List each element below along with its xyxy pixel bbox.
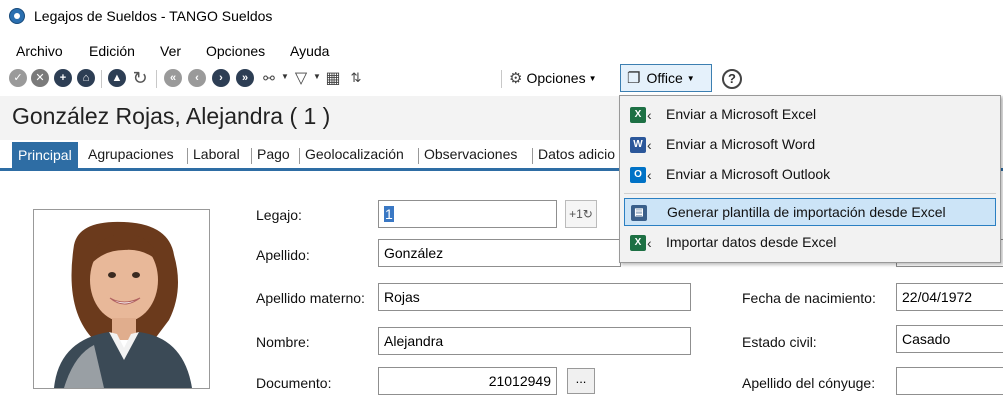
sort-icon[interactable]: ⇅ <box>347 69 365 87</box>
grid-icon[interactable]: ▦ <box>324 69 342 87</box>
nombre-label: Nombre: <box>256 334 310 350</box>
gear-icon: ⚙ <box>509 70 523 87</box>
menu-item-send-word[interactable]: W ‹ Enviar a Microsoft Word <box>624 131 996 159</box>
menu-item-label: Enviar a Microsoft Word <box>666 136 816 152</box>
toolbar-separator <box>156 70 157 88</box>
template-icon: ▤ <box>631 205 647 221</box>
confirm-icon[interactable]: ✓ <box>9 69 27 87</box>
add-icon[interactable]: + <box>54 69 72 87</box>
increment-icon: +1↻ <box>569 207 593 221</box>
chevron-down-icon[interactable]: ▼ <box>281 72 289 81</box>
chevron-down-icon: ▼ <box>686 73 695 83</box>
toolbar-separator <box>501 70 502 88</box>
tab-pago[interactable]: Pago <box>257 146 290 162</box>
menu-item-label: Enviar a Microsoft Excel <box>666 106 817 122</box>
employee-photo[interactable] <box>33 209 210 389</box>
home-icon[interactable]: ⌂ <box>77 69 95 87</box>
menu-item-generate-template[interactable]: ▤ Generar plantilla de importación desde… <box>624 198 996 226</box>
menu-item-label: Enviar a Microsoft Outlook <box>666 166 831 182</box>
documento-browse-button[interactable]: ... <box>567 368 595 394</box>
legajo-value: 1 <box>384 206 394 222</box>
fecha-nacimiento-label: Fecha de nacimiento: <box>742 290 876 306</box>
tab-separator <box>251 148 252 164</box>
documento-label: Documento: <box>256 375 332 391</box>
legajo-field[interactable]: 1 <box>378 200 557 228</box>
page-title: González Rojas, Alejandra ( 1 ) <box>12 103 331 129</box>
nombre-field[interactable]: Alejandra <box>378 327 691 355</box>
toolbar-separator <box>101 70 102 88</box>
menu-ayuda[interactable]: Ayuda <box>290 43 329 59</box>
excel-icon: X ‹ <box>630 107 652 123</box>
options-label: Opciones <box>526 70 586 86</box>
last-record-icon[interactable]: » <box>236 69 254 87</box>
tab-laboral[interactable]: Laboral <box>193 146 240 162</box>
menu-opciones[interactable]: Opciones <box>206 43 265 59</box>
help-icon[interactable]: ? <box>722 69 742 89</box>
apellido-field[interactable]: González <box>378 239 621 267</box>
filter-icon[interactable]: ▽ <box>292 69 310 87</box>
office-label: Office <box>646 70 683 86</box>
tab-agrupaciones[interactable]: Agrupaciones <box>88 146 174 162</box>
menu-separator <box>624 193 996 194</box>
tango-app-icon <box>9 8 25 24</box>
menu-item-label: Generar plantilla de importación desde E… <box>667 204 946 220</box>
chevron-down-icon: ▼ <box>588 73 597 83</box>
tab-separator <box>532 148 533 164</box>
tab-separator <box>418 148 419 164</box>
chevron-down-icon[interactable]: ▼ <box>313 72 321 81</box>
outlook-icon: O ‹ <box>630 167 652 183</box>
excel-import-icon: X ‹ <box>630 235 652 251</box>
apellido-conyuge-field[interactable] <box>896 367 1003 395</box>
tab-separator <box>187 148 188 164</box>
legajo-label: Legajo: <box>256 207 302 223</box>
binoculars-icon[interactable]: ⚯ <box>260 69 278 87</box>
tab-geolocalizacion[interactable]: Geolocalización <box>305 146 404 162</box>
office-dropdown-menu: X ‹ Enviar a Microsoft Excel W ‹ Enviar a … <box>619 95 1001 263</box>
tab-principal[interactable]: Principal <box>12 142 78 168</box>
menu-edicion[interactable]: Edición <box>89 43 135 59</box>
estado-civil-select[interactable]: Casado <box>896 325 1003 353</box>
menu-item-send-outlook[interactable]: O ‹ Enviar a Microsoft Outlook <box>624 161 996 189</box>
tab-separator <box>299 148 300 164</box>
menu-item-label: Importar datos desde Excel <box>666 234 837 250</box>
warning-icon[interactable]: ▲ <box>108 69 126 87</box>
office-icon: ❐ <box>627 70 641 87</box>
menu-item-import-excel[interactable]: X ‹ Importar datos desde Excel <box>624 229 996 257</box>
options-button[interactable]: ⚙ Opciones ▼ <box>509 66 597 90</box>
apellido-materno-label: Apellido materno: <box>256 290 365 306</box>
menu-archivo[interactable]: Archivo <box>16 43 63 59</box>
cancel-icon[interactable]: ✕ <box>31 69 49 87</box>
title-bar: Legajos de Sueldos - TANGO Sueldos <box>0 0 1003 34</box>
estado-civil-label: Estado civil: <box>742 334 817 350</box>
first-record-icon[interactable]: « <box>164 69 182 87</box>
office-button[interactable]: ❐ Office ▼ <box>620 64 712 92</box>
tab-observaciones[interactable]: Observaciones <box>424 146 517 162</box>
previous-record-icon[interactable]: ‹ <box>188 69 206 87</box>
employee-portrait <box>34 210 209 388</box>
refresh-icon[interactable]: ↻ <box>131 68 149 88</box>
apellido-materno-field[interactable]: Rojas <box>378 283 691 311</box>
increment-number-button[interactable]: +1↻ <box>565 200 597 228</box>
menu-item-send-excel[interactable]: X ‹ Enviar a Microsoft Excel <box>624 101 996 129</box>
window-title: Legajos de Sueldos - TANGO Sueldos <box>34 8 273 24</box>
apellido-conyuge-label: Apellido del cónyuge: <box>742 375 876 391</box>
fecha-nacimiento-field[interactable]: 22/04/1972 <box>896 283 1003 311</box>
tab-datos-adicionales[interactable]: Datos adicio <box>538 146 615 162</box>
documento-field[interactable]: 21012949 <box>378 367 557 395</box>
toolbar: ✓ ✕ + ⌂ ▲ ↻ « ‹ › » ⚯ ▼ ▽ ▼ ▦ ⇅ <box>0 64 1003 94</box>
word-icon: W ‹ <box>630 137 652 153</box>
next-record-icon[interactable]: › <box>212 69 230 87</box>
apellido-label: Apellido: <box>256 247 310 263</box>
menu-bar: Archivo Edición Ver Opciones Ayuda <box>0 40 1003 62</box>
menu-ver[interactable]: Ver <box>160 43 181 59</box>
